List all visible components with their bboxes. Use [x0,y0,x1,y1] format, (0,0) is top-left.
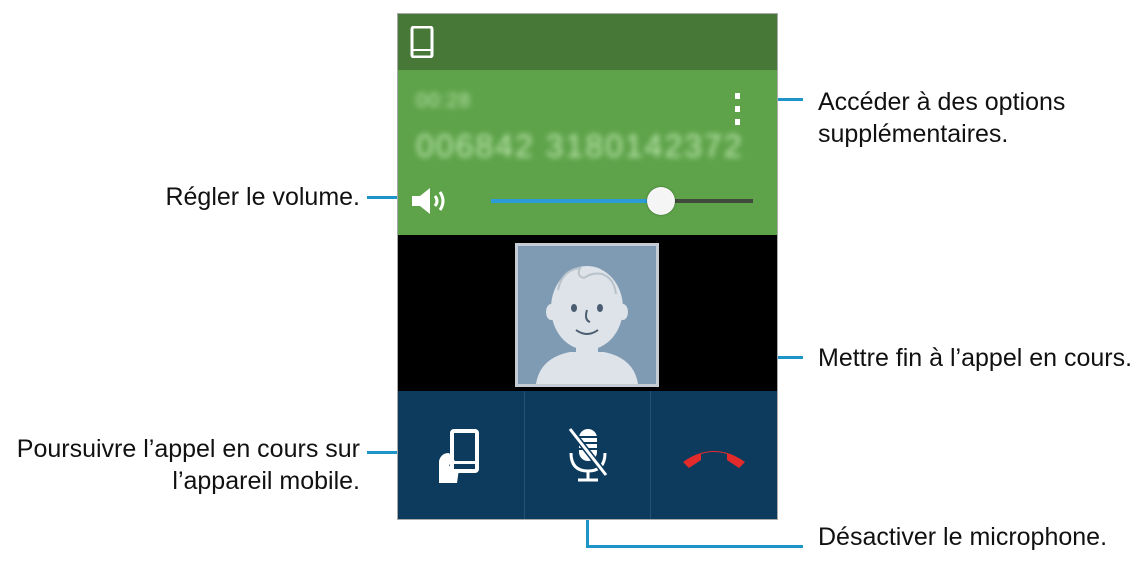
more-options-icon[interactable] [734,92,742,126]
mic-off-icon [567,427,608,482]
call-screen: 00:28 006842 3180142372 [397,13,778,520]
annotation-end-call: Mettre fin à l’appel en cours. [818,344,1133,372]
end-call-icon [683,451,746,468]
caller-number: 006842 3180142372 [416,128,744,164]
status-bar [398,14,777,70]
annotation-more-options-line1: Accéder à des options [818,88,1066,116]
caller-avatar [515,243,659,387]
callout-line-mute-h [586,545,803,548]
call-timer: 00:28 [416,90,472,112]
end-call-button[interactable] [651,391,777,519]
annotation-transfer: Poursuivre l’appel en cours sur l’appare… [0,433,360,497]
annotation-transfer-line1: Poursuivre l’appel en cours sur [16,435,360,463]
volume-slider-thumb[interactable] [647,187,676,215]
call-info-panel: 00:28 006842 3180142372 [398,70,777,235]
transfer-to-mobile-button[interactable] [398,391,525,519]
annotation-volume: Régler le volume. [165,183,360,211]
call-action-bar [398,391,777,519]
annotation-mute: Désactiver le microphone. [818,523,1108,551]
volume-slider-fill [491,199,662,203]
mute-microphone-button[interactable] [524,391,652,519]
volume-icon[interactable] [410,186,450,216]
contact-silhouette-icon [518,246,656,384]
annotation-more-options-line2: supplémentaires. [818,120,1009,148]
annotation-transfer-line2: l’appareil mobile. [172,467,360,495]
annotation-more-options: Accéder à des options supplémentaires. [818,86,1065,150]
hand-phone-icon [438,429,479,483]
phone-icon [410,26,434,58]
